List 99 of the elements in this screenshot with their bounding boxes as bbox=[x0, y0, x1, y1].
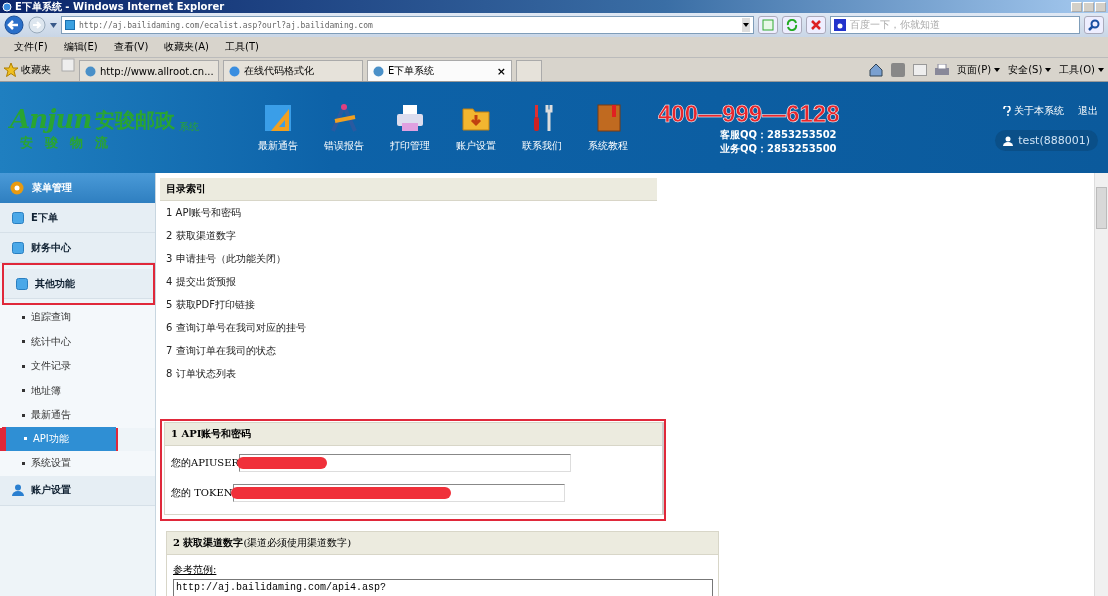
home-icon bbox=[869, 62, 884, 77]
scrollbar[interactable] bbox=[1094, 173, 1108, 596]
caret-icon bbox=[1045, 67, 1052, 72]
index-link[interactable]: 4 提交出货预报 bbox=[160, 270, 657, 293]
refresh-icon bbox=[786, 19, 798, 31]
nav-link[interactable]: 账户设置 bbox=[456, 102, 496, 153]
menu-item[interactable]: 工具(T) bbox=[225, 40, 259, 54]
qq-number: 业务QQ：2853253500 bbox=[719, 141, 838, 156]
index-link[interactable]: 5 获取PDF打印链接 bbox=[160, 293, 657, 316]
input-field[interactable] bbox=[239, 454, 571, 472]
nav-link[interactable]: 错误报告 bbox=[324, 102, 364, 153]
close-icon bbox=[810, 19, 822, 31]
menu-icon bbox=[10, 181, 24, 195]
address-field[interactable]: http://aj.bailidaming.com/ecalist.asp?ourl?aj.bailidaming.com bbox=[61, 16, 754, 34]
input-field[interactable] bbox=[232, 484, 565, 502]
command-menu[interactable]: 页面(P) bbox=[957, 62, 1001, 77]
close-button[interactable] bbox=[1095, 1, 1106, 12]
menu-item[interactable]: 文件(F) bbox=[14, 40, 48, 54]
page-icon bbox=[373, 65, 384, 77]
window-icon bbox=[16, 277, 28, 290]
refresh-button[interactable] bbox=[782, 16, 802, 34]
index-link[interactable]: 8 订单状态列表 bbox=[160, 362, 657, 385]
stop-button[interactable] bbox=[806, 16, 826, 34]
brand-suffix: 系统 bbox=[179, 119, 200, 134]
caret-icon bbox=[994, 67, 1001, 72]
page-icon bbox=[229, 65, 240, 77]
sidebar-item[interactable]: 财务中心 bbox=[0, 233, 155, 263]
phone-number: 400—999—6128 bbox=[658, 99, 840, 128]
page-icon bbox=[65, 20, 75, 30]
window-icon bbox=[12, 211, 24, 224]
sidebar-subitem[interactable]: 文件记录 bbox=[0, 354, 155, 379]
sidebar-subitem[interactable]: 追踪查询 bbox=[0, 305, 155, 330]
minimize-button[interactable] bbox=[1071, 1, 1082, 12]
index-link[interactable]: 2 获取渠道数字 bbox=[160, 224, 657, 247]
drawing-tools-icon bbox=[329, 102, 359, 133]
browser-icon bbox=[2, 1, 12, 12]
user-icon bbox=[12, 484, 24, 496]
printer-icon bbox=[395, 102, 425, 133]
sidebar-item[interactable]: E下单 bbox=[0, 203, 155, 233]
browser-tab[interactable]: E下单系统 × bbox=[367, 60, 512, 81]
user-icon bbox=[1003, 135, 1014, 146]
menu-item[interactable]: 查看(V) bbox=[113, 40, 149, 54]
sidebar-subitem[interactable]: 地址簿 bbox=[0, 378, 155, 403]
brand-name: 安骏邮政 bbox=[95, 106, 176, 134]
index-link[interactable]: 7 查询订单在我司的状态 bbox=[160, 339, 657, 362]
command-menu[interactable]: 安全(S) bbox=[1008, 62, 1052, 77]
menu-item[interactable]: 编辑(E) bbox=[63, 40, 98, 54]
help-icon bbox=[1003, 106, 1011, 116]
command-menu[interactable]: 工具(O) bbox=[1059, 62, 1104, 77]
field-label: 您的APIUSER bbox=[171, 456, 239, 470]
qq-number: 客服QQ：2853253502 bbox=[719, 127, 838, 142]
compatibility-button[interactable] bbox=[758, 16, 778, 34]
about-link[interactable]: 关于本系统 bbox=[1003, 104, 1064, 118]
printer-icon bbox=[935, 63, 950, 76]
window-title: E下单系统 - Windows Internet Explorer bbox=[15, 0, 226, 13]
paw-icon bbox=[834, 19, 846, 31]
dropdown-icon bbox=[50, 22, 57, 28]
index-link[interactable]: 1 API账号和密码 bbox=[160, 201, 657, 224]
sidebar-subitem[interactable]: 系统设置 bbox=[0, 451, 155, 476]
index-link[interactable]: 3 申请挂号（此功能关闭） bbox=[160, 247, 657, 270]
index-title: 目录索引 bbox=[160, 178, 657, 201]
window-icon bbox=[12, 241, 24, 254]
set-square-icon bbox=[263, 102, 293, 133]
field-label: 您的 TOKEN bbox=[171, 486, 233, 500]
logo-wordmark: Anjun bbox=[10, 103, 92, 134]
menu-item[interactable]: 收藏夹(A) bbox=[164, 40, 209, 54]
browser-tab[interactable]: http://www.allroot.cn... bbox=[79, 60, 219, 81]
sidebar-subitem[interactable]: 最新通告 bbox=[0, 403, 155, 428]
search-button[interactable] bbox=[1084, 16, 1104, 34]
index-link[interactable]: 6 查询订单号在我司对应的挂号 bbox=[160, 316, 657, 339]
nav-link[interactable]: 联系我们 bbox=[522, 102, 562, 153]
browser-tab[interactable]: 在线代码格式化 bbox=[223, 60, 363, 81]
new-tab-button[interactable] bbox=[516, 60, 542, 81]
maximize-button[interactable] bbox=[1083, 1, 1094, 12]
favorites-button[interactable]: 收藏夹 bbox=[4, 58, 51, 81]
star-icon bbox=[4, 62, 18, 77]
section-title: 1 API账号和密码 bbox=[165, 423, 662, 446]
user-badge[interactable]: test(888001) bbox=[995, 130, 1098, 151]
page-icon bbox=[762, 19, 774, 31]
sidebar-item[interactable]: 其他功能 bbox=[4, 269, 153, 299]
close-tab-button[interactable]: × bbox=[496, 64, 506, 78]
section-title: 2 获取渠道数字(渠道必须使用渠道数字) bbox=[167, 532, 718, 555]
logout-link[interactable]: 退出 bbox=[1078, 104, 1098, 118]
search-icon bbox=[1088, 19, 1100, 31]
back-icon bbox=[4, 15, 24, 35]
example-label: 参考范例: bbox=[172, 563, 218, 577]
dropdown-icon bbox=[742, 18, 750, 32]
brand-subtitle: 安骏物流 bbox=[19, 133, 121, 152]
sidebar-item[interactable]: 账户设置 bbox=[0, 475, 155, 506]
caret-icon bbox=[1098, 67, 1104, 72]
forward-icon bbox=[28, 16, 46, 34]
sidebar-subitem[interactable]: 统计中心 bbox=[0, 329, 155, 354]
nav-link[interactable]: 打印管理 bbox=[390, 102, 430, 153]
nav-link[interactable]: 最新通告 bbox=[258, 102, 298, 153]
example-textarea[interactable]: http://aj.bailidaming.com/api4.asp? bbox=[173, 579, 713, 596]
nav-link[interactable]: 系统教程 bbox=[588, 102, 628, 153]
menu-title: 菜单管理 bbox=[32, 181, 72, 195]
sidebar-subitem[interactable]: API功能 bbox=[2, 426, 116, 451]
page-icon bbox=[85, 65, 96, 77]
